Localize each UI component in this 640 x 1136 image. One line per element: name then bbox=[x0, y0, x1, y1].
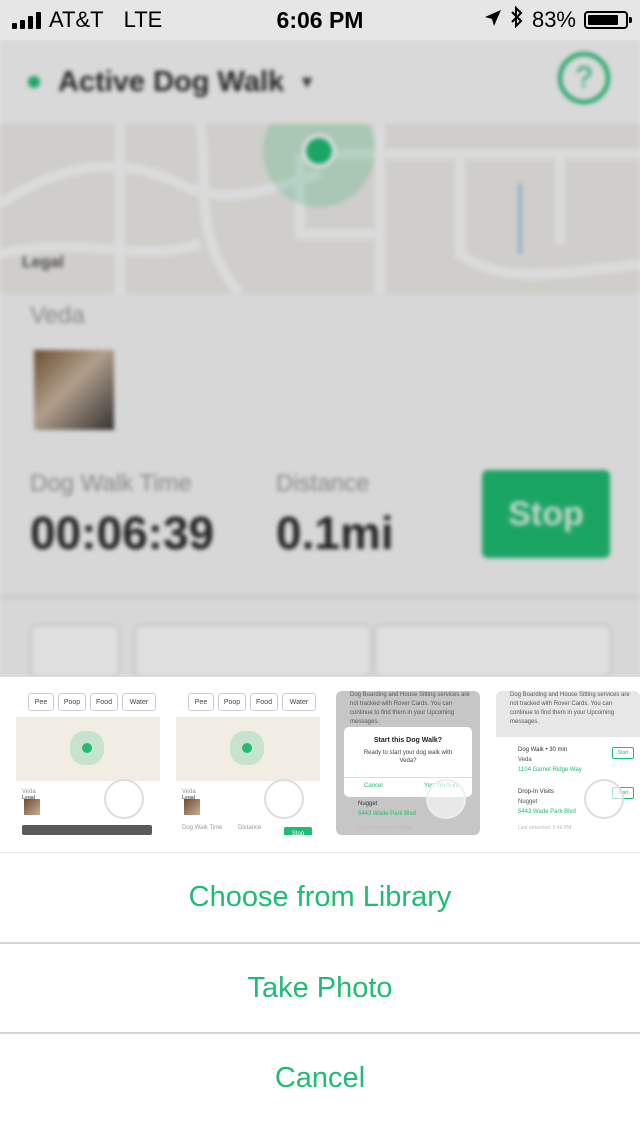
photo-action-sheet: Pee Poop Food Water Legal Veda Pee Poop … bbox=[0, 676, 640, 1136]
status-bar: AT&T LTE 6:06 PM 83% bbox=[0, 0, 640, 40]
thumb-address: 5443 Wade Park Blvd bbox=[358, 811, 416, 817]
thumb-item-address: 1104 Garnet Ridge Way bbox=[518, 767, 582, 773]
bluetooth-icon bbox=[510, 5, 524, 34]
recent-photos-strip[interactable]: Pee Poop Food Water Legal Veda Pee Poop … bbox=[0, 676, 640, 853]
battery-percent: 83% bbox=[531, 7, 576, 32]
thumb-refreshed: Last refreshed: 5:46 PM bbox=[358, 825, 412, 831]
modal-overlay[interactable] bbox=[0, 0, 640, 676]
carrier-label: AT&T bbox=[49, 7, 104, 32]
thumb-dialog-title: Start this Dog Walk? bbox=[373, 737, 443, 744]
thumb-item-dog: Nugget bbox=[518, 799, 538, 805]
thumb-distance-label: Distance bbox=[238, 825, 262, 831]
location-arrow-icon bbox=[484, 7, 502, 33]
choose-from-library-button[interactable]: Choose from Library bbox=[0, 852, 640, 941]
network-label: LTE bbox=[123, 7, 163, 32]
thumb-pill: Water bbox=[122, 693, 156, 711]
thumb-time-label: Dog Walk Time bbox=[182, 825, 223, 831]
thumb-dialog-cancel: Cancel bbox=[364, 783, 383, 789]
thumb-stop: Stop bbox=[284, 827, 312, 835]
clock: 6:06 PM bbox=[276, 6, 364, 33]
thumb-nugget: Nugget bbox=[358, 801, 378, 807]
photo-thumbnail[interactable]: Pee Poop Food Water Legal Veda Dog Walk … bbox=[176, 691, 320, 835]
thumb-text: Dog Boarding and House Sitting services … bbox=[510, 692, 630, 725]
thumb-pill: Pee bbox=[188, 693, 214, 711]
thumb-pill: Food bbox=[90, 693, 118, 711]
photo-thumbnail[interactable]: Dog Boarding and House Sitting services … bbox=[336, 691, 480, 835]
photo-thumbnail[interactable]: Pee Poop Food Water Legal Veda bbox=[16, 691, 160, 835]
cancel-button[interactable]: Cancel bbox=[0, 1032, 640, 1122]
thumb-dialog-message: Ready to start your dog walk with Veda? bbox=[363, 750, 453, 764]
thumb-item-title: Drop-In Visits bbox=[518, 789, 554, 795]
thumb-dog-name: Veda bbox=[182, 789, 196, 795]
thumb-item-dog: Veda bbox=[518, 757, 532, 763]
thumb-item-address: 5443 Wade Park Blvd bbox=[518, 809, 576, 815]
thumb-item-title: Dog Walk • 30 min bbox=[518, 747, 568, 753]
signal-icon bbox=[12, 11, 41, 29]
photo-thumbnail[interactable]: Dog Boarding and House Sitting services … bbox=[496, 691, 640, 835]
battery-icon bbox=[584, 11, 632, 29]
thumb-pill: Water bbox=[282, 693, 316, 711]
thumb-pill: Poop bbox=[218, 693, 246, 711]
thumb-pill: Poop bbox=[58, 693, 86, 711]
take-photo-button[interactable]: Take Photo bbox=[0, 942, 640, 1032]
thumb-dog-name: Veda bbox=[22, 789, 36, 795]
thumb-pill: Food bbox=[250, 693, 278, 711]
thumb-pill: Pee bbox=[28, 693, 54, 711]
thumb-text: Dog Boarding and House Sitting services … bbox=[350, 692, 470, 725]
thumb-start: Start bbox=[612, 747, 634, 759]
thumb-refreshed: Last refreshed: 5:46 PM bbox=[518, 825, 572, 831]
